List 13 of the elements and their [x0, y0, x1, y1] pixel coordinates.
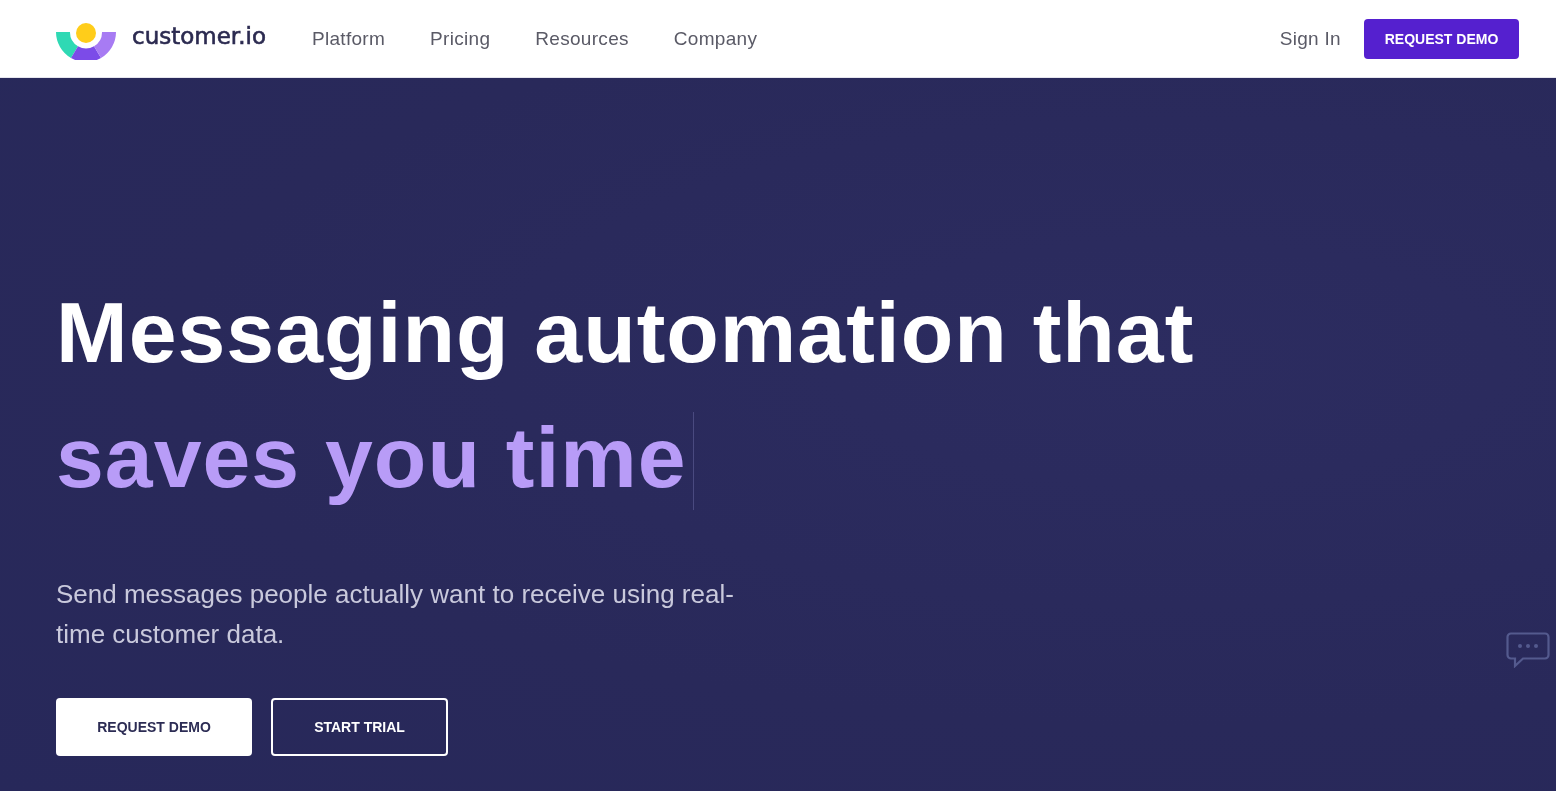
headline: Messaging automation that [56, 283, 1195, 382]
sign-in-link[interactable]: Sign In [1279, 27, 1341, 50]
request-demo-button[interactable]: REQUEST DEMO [56, 698, 252, 756]
headline-highlight: saves you time [56, 408, 687, 507]
logo-wordmark[interactable]: customer.io [132, 22, 266, 49]
nav-link[interactable]: Pricing [430, 27, 491, 50]
request-demo-button[interactable]: REQUEST DEMO [1364, 18, 1519, 59]
nav-link[interactable]: Platform [311, 27, 386, 50]
nav-link[interactable]: Company [673, 27, 758, 50]
logo-icon[interactable] [56, 21, 116, 60]
hero-subtitle: Send messages people actually want to receive using real-time customer data. [56, 578, 735, 651]
start-trial-button[interactable]: START TRIAL [271, 698, 448, 756]
nav-link[interactable]: Resources [535, 27, 629, 50]
